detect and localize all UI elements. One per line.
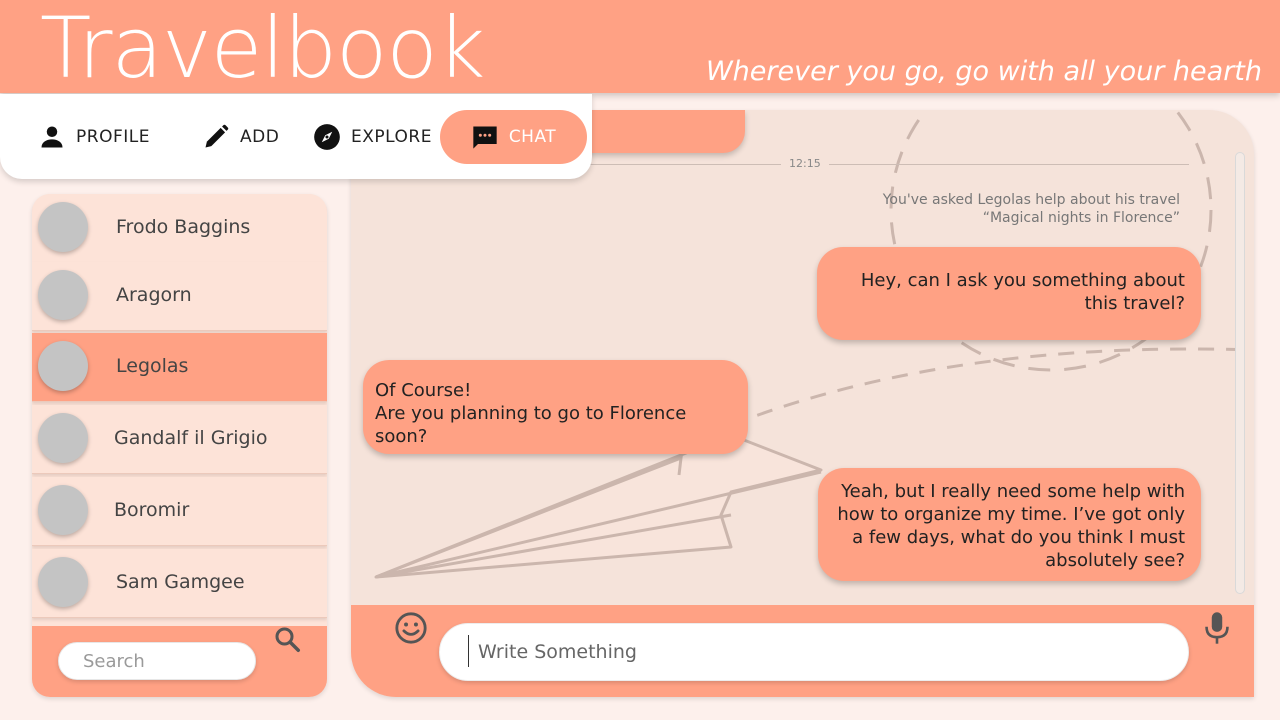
message-composer — [351, 605, 1254, 697]
avatar — [38, 413, 88, 463]
nav-chat[interactable]: CHAT — [440, 110, 587, 164]
avatar — [38, 485, 88, 535]
message-bubble-received: Of Course! Are you planning to go to Flo… — [363, 360, 748, 454]
contact-item[interactable]: Aragorn — [32, 262, 327, 331]
contact-name: Sam Gamgee — [116, 571, 245, 593]
message-bubble-sent: Hey, can I ask you something about this … — [817, 247, 1201, 340]
nav-explore-label: EXPLORE — [351, 127, 432, 147]
chat-scrollbar[interactable] — [1235, 152, 1245, 594]
system-notice: You've asked Legolas help about his trav… — [882, 192, 1180, 226]
emoji-icon[interactable] — [394, 611, 428, 645]
nav-add[interactable]: ADD — [202, 110, 279, 164]
divider — [829, 164, 1189, 165]
main-nav: PROFILE ADD EXPLORE CHAT — [0, 94, 592, 179]
contact-name: Aragorn — [116, 284, 192, 306]
compass-icon — [314, 124, 340, 150]
contact-item[interactable]: Boromir — [32, 477, 327, 546]
chat-header-tab — [583, 110, 745, 153]
contact-item[interactable]: Frodo Baggins — [32, 194, 327, 263]
avatar — [38, 270, 88, 320]
contact-search-bar — [32, 626, 327, 697]
contact-name: Gandalf il Grigio — [114, 427, 268, 449]
app-header: Travelbook Wherever you go, go with all … — [0, 0, 1280, 97]
chat-panel: 12:15 You've asked Legolas help about hi… — [351, 110, 1254, 697]
pencil-icon — [205, 124, 229, 148]
message-bubble-sent: Yeah, but I really need some help with h… — [818, 468, 1201, 581]
nav-profile-label: PROFILE — [76, 127, 150, 147]
contact-list: Frodo Baggins Aragorn Legolas Gandalf il… — [32, 194, 327, 697]
contact-name: Frodo Baggins — [116, 216, 251, 238]
message-timestamp: 12:15 — [789, 157, 821, 170]
search-icon[interactable] — [272, 624, 302, 654]
contact-item-active[interactable]: Legolas — [32, 333, 327, 402]
avatar — [38, 557, 88, 607]
chat-icon — [473, 126, 497, 149]
app-title: Travelbook — [40, 0, 485, 97]
contact-item[interactable]: Gandalf il Grigio — [32, 405, 327, 474]
nav-explore[interactable]: EXPLORE — [313, 110, 432, 164]
app-tagline: Wherever you go, go with all your hearth — [705, 56, 1262, 87]
nav-profile[interactable]: PROFILE — [38, 110, 150, 164]
avatar — [38, 202, 88, 252]
avatar — [38, 341, 88, 391]
contact-name: Legolas — [116, 355, 189, 377]
message-input[interactable] — [439, 623, 1189, 681]
person-icon — [41, 126, 63, 148]
text-caret — [468, 635, 469, 667]
microphone-icon[interactable] — [1203, 611, 1231, 645]
contact-item[interactable]: Sam Gamgee — [32, 549, 327, 618]
search-input[interactable] — [58, 642, 256, 680]
contact-name: Boromir — [114, 499, 190, 521]
nav-chat-label: CHAT — [508, 127, 557, 147]
nav-add-label: ADD — [240, 127, 280, 147]
